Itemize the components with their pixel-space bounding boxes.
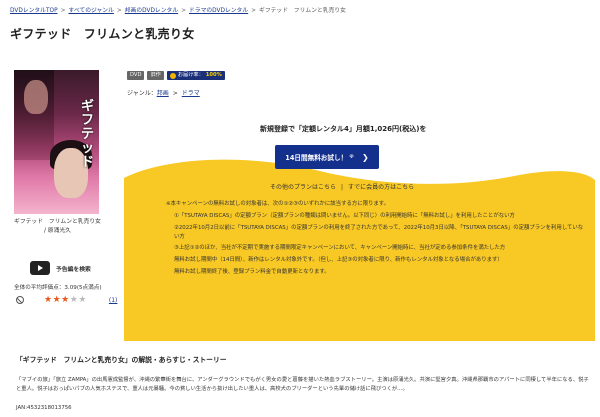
star-filled-icon: ★ <box>61 295 70 305</box>
promo-headline: 新規登録で「定額レンタル4」月額1,026円(税込)を <box>260 125 427 133</box>
jacket-image[interactable]: ギフテッド <box>14 70 99 214</box>
other-plans-link[interactable]: その他のプランはこちら <box>270 184 336 191</box>
format-badge: DVD <box>127 71 145 80</box>
jacket-title-art: ギフテッド <box>81 99 95 170</box>
play-icon[interactable] <box>30 261 50 275</box>
star-empty-icon: ★ <box>78 295 87 305</box>
star-filled-icon: ★ <box>52 295 62 305</box>
breadcrumb-separator: > <box>181 8 186 14</box>
breadcrumb-separator: > <box>60 8 66 14</box>
breadcrumb-japanese-films[interactable]: 邦画のDVDレンタル <box>125 8 178 14</box>
story-title: 「ギフテッド フリムンと乳売り女」の解説・あらすじ・ストーリー <box>16 356 227 364</box>
external-icon: ※ <box>349 154 355 160</box>
notes-condition-3: ③上記①②のほか、当社が不定期で実施する期間限定キャンペーンにおいて、キャンペー… <box>174 245 506 252</box>
jacket-caption: ギフテッド フリムンと乳売り女 / 原涌光久 <box>10 218 105 236</box>
jacket-caption-title: ギフテッド フリムンと乳売り女 <box>14 219 101 225</box>
story-body: 「マブイの旅」「旅立 ZAMPA」の出馬憲成監督が、沖縄の繁華街を舞台に、アンダ… <box>16 377 589 392</box>
free-trial-label: 14日間無料お試し！ <box>285 154 348 162</box>
jacket-caption-cast: / 原涌光久 <box>44 228 71 234</box>
delivery-rate-label: お届け率： <box>177 72 204 78</box>
chevron-right-icon: ❯ <box>362 152 369 162</box>
notes-trial-info: 無料お試し期間中（14日間）、新作はレンタル対象外です。（但し、上記③の対象者に… <box>174 257 503 264</box>
delivery-rate-value: 100% <box>205 72 222 78</box>
rating-stars: ★★★★★ <box>44 295 87 305</box>
breadcrumb-current: ギフテッド フリムンと乳売り女 <box>259 8 346 14</box>
average-rating-score: 3.09(5点満点) <box>64 285 102 291</box>
star-filled-icon: ★ <box>44 295 53 305</box>
trailer-search-label[interactable]: 予告編を検索 <box>56 264 91 273</box>
promo-links: その他のプランはこちら | すでに会員の方はこちら <box>270 182 414 191</box>
notes-condition-1: ①「TSUTAYA DISCAS」の定額プラン（定額プランの種類は問いません。以… <box>174 213 515 220</box>
average-rating-label: 全体の平均評価点： <box>14 285 65 291</box>
breadcrumb-dvd-top[interactable]: DVDレンタルTOP <box>10 8 58 14</box>
delivery-rate-badge: お届け率： 100% <box>166 71 225 80</box>
breadcrumb-separator: > <box>251 8 257 14</box>
member-login-link[interactable]: すでに会員の方はこちら <box>348 184 414 191</box>
notes-intro: ※本キャンペーンの無料お試しの対象者は、次の①②③のいずれかに該当する方に限りま… <box>166 201 390 207</box>
genre-link-japanese[interactable]: 邦画 <box>157 90 169 97</box>
genre-label: ジャンル： <box>127 90 157 97</box>
free-trial-button[interactable]: 14日間無料お試し！ ※ ❯ <box>275 145 379 169</box>
jacket-figure-1 <box>24 80 48 114</box>
notes-after-info: 無料お試し期間終了後、登録プラン料金で自動更新となります。 <box>174 269 330 275</box>
genre-separator: > <box>172 90 178 97</box>
average-rating: 全体の平均評価点：3.09(5点満点) <box>14 283 102 291</box>
trailer-search[interactable]: 予告編を検索 <box>30 261 91 275</box>
rating-row: ★★★★★ (1) <box>16 295 117 305</box>
campaign-notes: ※本キャンペーンの無料お試しの対象者は、次の①②③のいずれかに該当する方に限りま… <box>166 200 584 280</box>
old-release-badge: 旧作 <box>147 71 164 80</box>
notes-condition-2: ②2022年10月2日以前に「TSUTAYA DISCAS」の定額プランの利用を… <box>174 225 584 240</box>
genre-row: ジャンル：邦画 > ドラマ <box>127 88 200 97</box>
genre-link-drama[interactable]: ドラマ <box>182 90 200 97</box>
product-badges: DVD 旧作 お届け率： 100% <box>127 71 228 80</box>
breadcrumb: DVDレンタルTOP > すべてのジャンル > 邦画のDVDレンタル > ドラマのDVDレン… <box>10 5 595 14</box>
page-title: ギフテッド フリムンと乳売り女 <box>10 27 195 41</box>
breadcrumb-drama[interactable]: ドラマのDVDレンタル <box>189 8 248 14</box>
ban-icon[interactable] <box>16 296 24 304</box>
jan-code: JAN:4532318013756 <box>16 405 72 411</box>
breadcrumb-separator: > <box>116 8 122 14</box>
review-count-link[interactable]: (1) <box>109 297 118 304</box>
promo-links-separator: | <box>341 184 344 191</box>
breadcrumb-all-genres[interactable]: すべてのジャンル <box>68 8 113 14</box>
coin-icon <box>169 72 176 79</box>
